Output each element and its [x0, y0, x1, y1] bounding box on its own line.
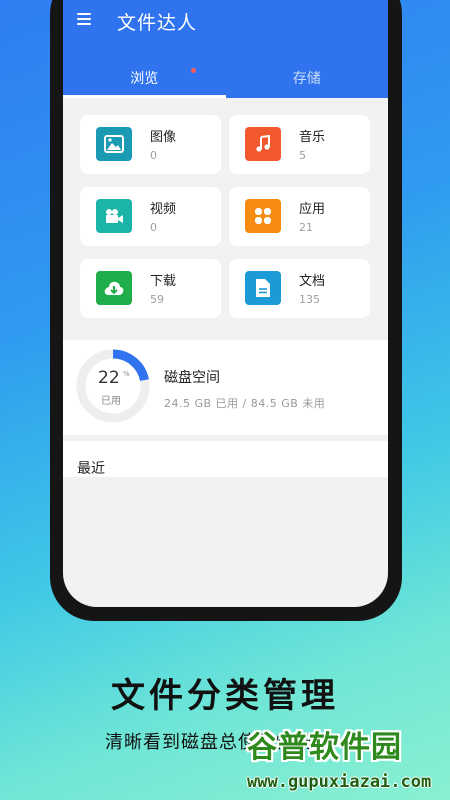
disk-used-label: 已用 [101, 396, 121, 407]
category-card-apps[interactable]: 应用 21 [229, 187, 370, 246]
tab-storage-label: 存储 [292, 71, 321, 87]
disk-space-detail: 24.5 GB 已用 / 84.5 GB 未用 [164, 397, 326, 410]
category-count: 21 [299, 221, 313, 234]
category-label: 视频 [150, 202, 177, 217]
watermark-url: www.gupuxiazai.com [247, 772, 432, 792]
tab-browse-label: 浏览 [130, 71, 159, 87]
disk-space-panel[interactable]: 22 % 已用 磁盘空间 24.5 GB 已用 / 84.5 GB 未用 [63, 340, 388, 435]
cloud-download-icon [96, 271, 132, 305]
tab-storage[interactable]: 存储 [226, 62, 389, 98]
category-count: 59 [150, 293, 164, 306]
disk-usage-percent: 22 [98, 368, 120, 388]
menu-icon[interactable] [77, 13, 91, 25]
category-card-images[interactable]: 图像 0 [80, 115, 221, 174]
tab-bar: 浏览 存储 [63, 62, 388, 98]
video-camera-icon [96, 199, 132, 233]
music-note-icon [245, 127, 281, 161]
tab-browse[interactable]: 浏览 [63, 62, 226, 98]
percent-sign: % [123, 370, 130, 378]
category-card-videos[interactable]: 视频 0 [80, 187, 221, 246]
recent-title: 最近 [77, 461, 105, 477]
category-label: 音乐 [299, 130, 326, 145]
category-card-downloads[interactable]: 下载 59 [80, 259, 221, 318]
image-icon [96, 127, 132, 161]
category-count: 135 [299, 293, 320, 306]
app-title: 文件达人 [117, 12, 198, 34]
apps-grid-icon [245, 199, 281, 233]
promo-headline: 文件分类管理 [111, 676, 339, 716]
category-count: 0 [150, 221, 157, 234]
app-bar: 文件达人 浏览 存储 [63, 0, 388, 98]
watermark-cn: 谷普软件园 [247, 730, 402, 765]
category-label: 应用 [299, 202, 326, 217]
app-screen: 文件达人 浏览 存储 图像 0 音乐 5 视频 0 应用 21 下载 59 文档… [63, 0, 388, 607]
category-card-music[interactable]: 音乐 5 [229, 115, 370, 174]
disk-space-title: 磁盘空间 [164, 370, 220, 386]
category-label: 下载 [150, 274, 177, 289]
notification-dot [191, 68, 196, 73]
site-watermark: 谷普软件园 www.gupuxiazai.com [247, 722, 447, 798]
category-label: 图像 [150, 130, 177, 145]
category-label: 文档 [299, 274, 326, 289]
category-count: 5 [299, 149, 306, 162]
category-count: 0 [150, 149, 157, 162]
category-card-documents[interactable]: 文档 135 [229, 259, 370, 318]
document-icon [245, 271, 281, 305]
recent-section: 最近 [63, 441, 388, 477]
